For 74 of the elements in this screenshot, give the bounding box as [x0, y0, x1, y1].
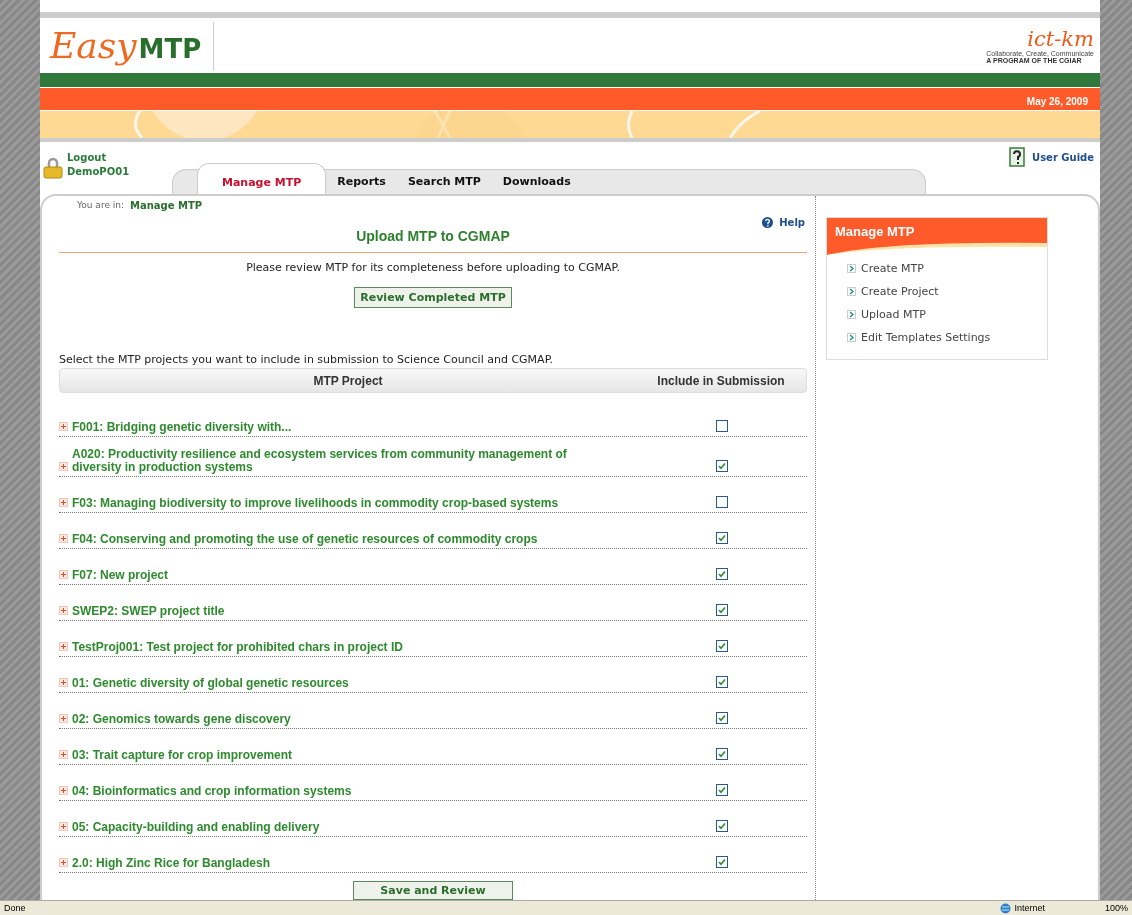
instruction-text: Select the MTP projects you want to include in submission to Science Council and CGMAP. — [59, 353, 555, 366]
project-name: TestProj001: Test project for prohibited chars in project ID — [72, 641, 404, 654]
sidebar-header: Manage MTP — [827, 218, 1047, 255]
user-guide-link[interactable]: User Guide — [1032, 151, 1094, 163]
project-name: 01: Genetic diversity of global genetic resources — [72, 677, 350, 690]
checkbox[interactable] — [716, 604, 728, 616]
project-name: 2.0: High Zinc Rice for Bangladesh — [72, 857, 272, 870]
expand-icon[interactable] — [59, 750, 68, 759]
username: DemoPO01 — [67, 165, 130, 179]
sidebar-link[interactable]: Upload MTP — [861, 308, 926, 321]
nav-tab[interactable]: Downloads — [491, 170, 582, 194]
padlock-icon — [42, 157, 64, 179]
checkbox[interactable] — [716, 640, 728, 652]
expand-icon[interactable] — [59, 786, 68, 795]
expand-icon[interactable] — [59, 422, 68, 431]
column-header: Include in Submission — [656, 373, 786, 388]
date: May 26, 2009 — [1026, 96, 1088, 107]
arrow-icon — [847, 333, 856, 342]
sidebar-link[interactable]: Edit Templates Settings — [861, 331, 991, 344]
review-completed-button[interactable]: Review Completed MTP — [354, 287, 512, 308]
checkbox[interactable] — [716, 676, 728, 688]
project-name: F03: Managing biodiversity to improve livelihoods in commodity crop-based systems — [72, 497, 560, 510]
checkbox[interactable] — [716, 568, 728, 580]
checkbox[interactable] — [716, 820, 728, 832]
expand-icon[interactable] — [59, 822, 68, 831]
expand-icon[interactable] — [59, 498, 68, 507]
arrow-icon — [847, 264, 856, 273]
checkbox[interactable] — [716, 784, 728, 796]
arrow-icon — [847, 287, 856, 296]
save-and-review-button[interactable]: Save and Review — [353, 881, 513, 900]
status-text: Done — [4, 903, 26, 913]
globe-icon — [1000, 902, 1012, 914]
checkbox[interactable] — [716, 532, 728, 544]
project-name: F001: Bridging genetic diversity with... — [72, 421, 293, 434]
project-name: F07: New project — [72, 569, 170, 582]
expand-icon[interactable] — [59, 858, 68, 867]
checkbox[interactable] — [716, 420, 728, 432]
project-name: A020: Productivity resilience and ecosystem services from community management of diversity in production systems — [72, 448, 568, 474]
zoom-level[interactable]: 100% — [1104, 903, 1128, 913]
nav-tab[interactable]: Manage MTP — [197, 163, 327, 194]
expand-icon[interactable] — [59, 714, 68, 723]
nav-tab[interactable]: Reports — [326, 170, 397, 194]
breadcrumb-label: You are in: — [77, 200, 125, 211]
checkbox[interactable] — [716, 496, 728, 508]
checkbox[interactable] — [716, 712, 728, 724]
expand-icon[interactable] — [59, 570, 68, 579]
review-note: Please review MTP for its completeness before uploading to CGMAP. — [245, 261, 621, 274]
sidebar-link[interactable]: Create Project — [861, 285, 939, 298]
breadcrumb-location: Manage MTP — [130, 200, 203, 211]
easymtp-logo: EasyMTP — [50, 21, 215, 70]
expand-icon[interactable] — [59, 534, 68, 543]
help-link[interactable]: Help — [779, 217, 805, 228]
project-name: SWEP2: SWEP project title — [72, 605, 226, 618]
expand-icon[interactable] — [59, 642, 68, 651]
project-name: 04: Bioinformatics and crop information systems — [72, 785, 353, 798]
checkbox[interactable] — [716, 460, 728, 472]
project-name: 02: Genomics towards gene discovery — [72, 713, 292, 726]
column-header: MTP Project — [312, 373, 384, 388]
nav-tab[interactable]: Search MTP — [396, 170, 492, 194]
help-icon[interactable] — [762, 217, 774, 228]
checkbox[interactable] — [716, 748, 728, 760]
sidebar-link[interactable]: Create MTP — [861, 262, 924, 275]
project-name: 05: Capacity-building and enabling delivery — [72, 821, 321, 834]
project-name: 03: Trait capture for crop improvement — [72, 749, 294, 762]
checkbox[interactable] — [716, 856, 728, 868]
expand-icon[interactable] — [59, 678, 68, 687]
page-title: Upload MTP to CGMAP — [59, 228, 807, 253]
expand-icon[interactable] — [59, 462, 68, 471]
logout-link[interactable]: Logout — [67, 151, 130, 165]
arrow-icon — [847, 310, 856, 319]
help-book-icon[interactable] — [1008, 147, 1027, 167]
zone-text: Internet — [1014, 903, 1045, 913]
project-name: F04: Conserving and promoting the use of genetic resources of commodity crops — [72, 533, 539, 546]
expand-icon[interactable] — [59, 606, 68, 615]
